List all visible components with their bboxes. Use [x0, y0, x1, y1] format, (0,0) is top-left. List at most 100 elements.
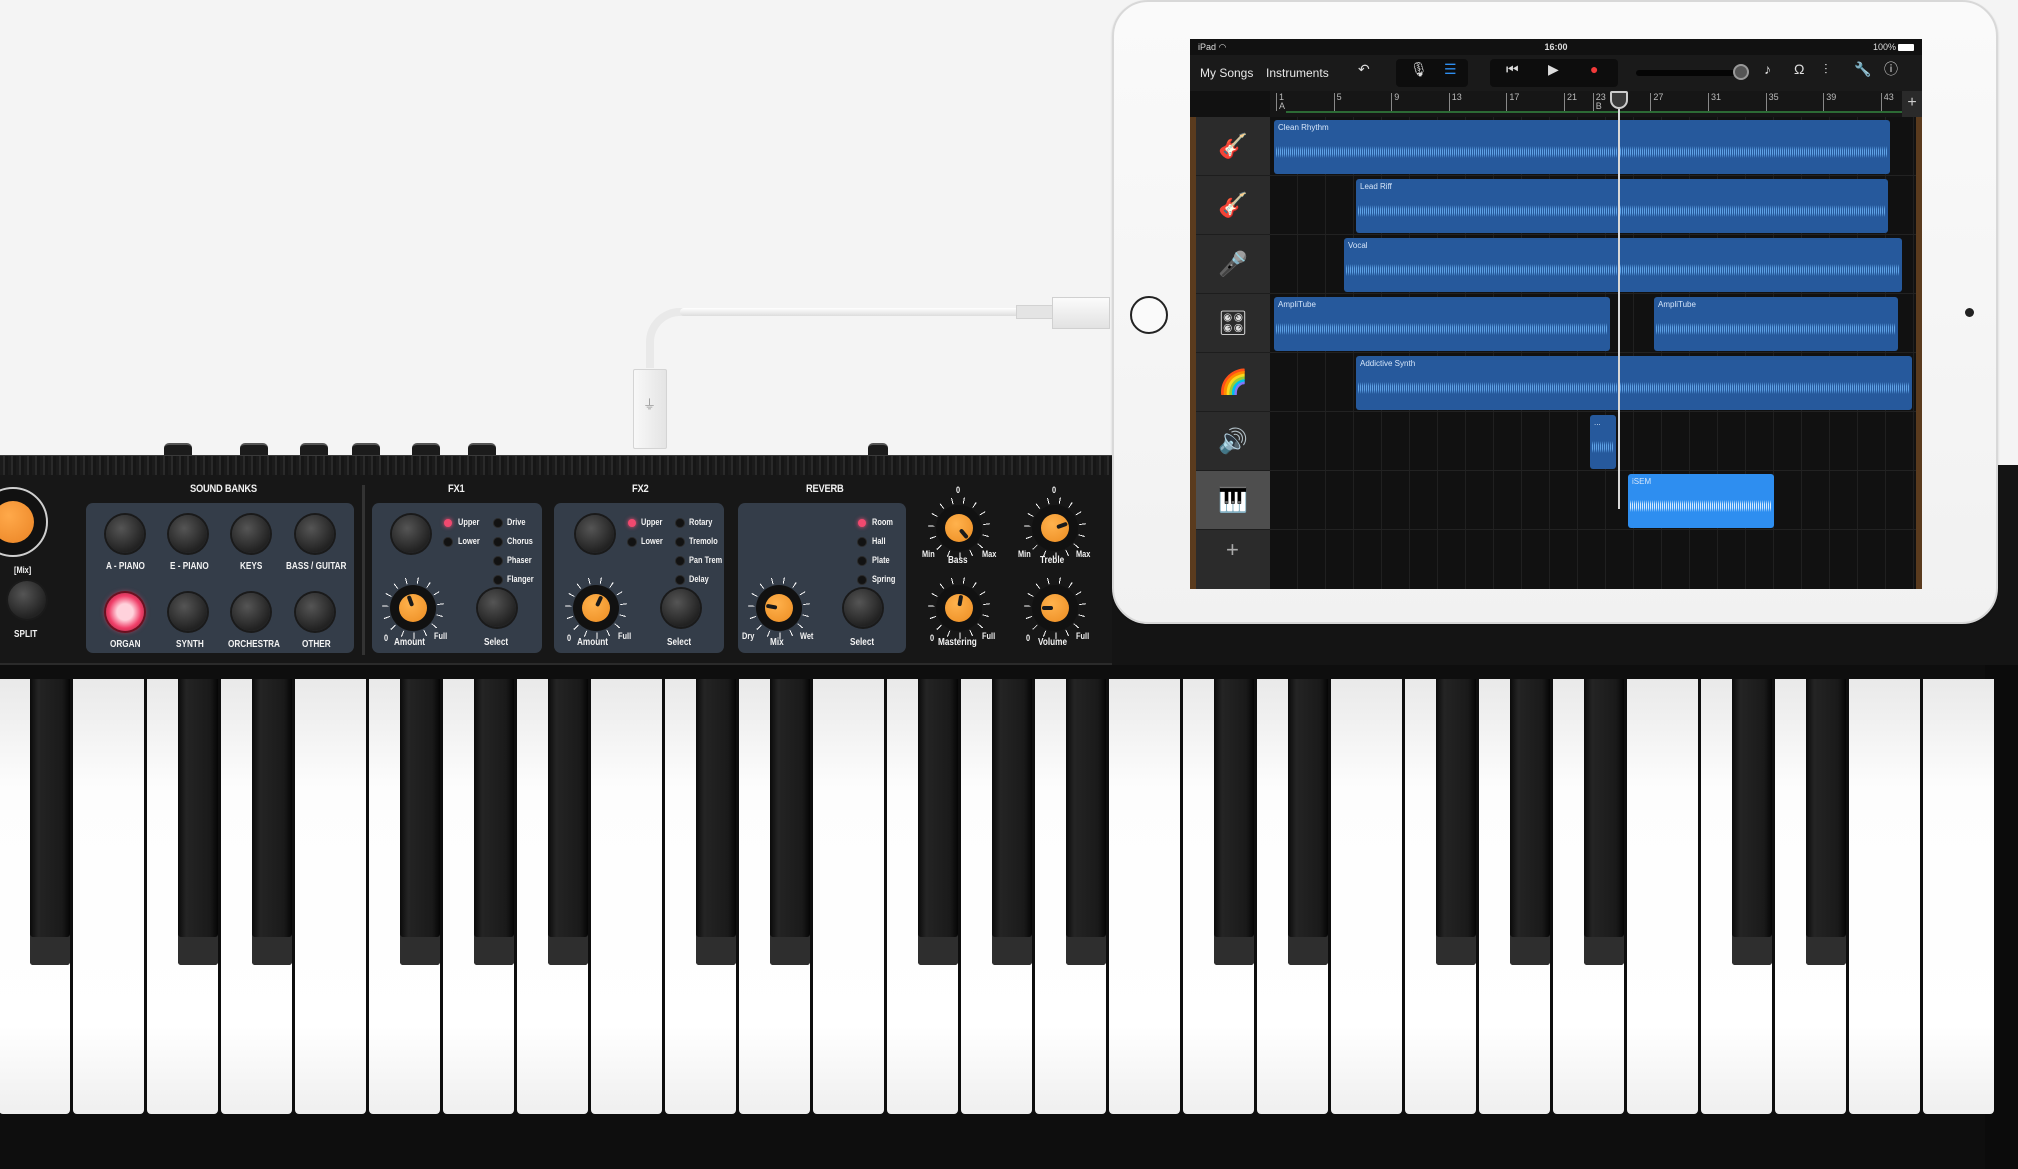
fx1-select-button[interactable]	[478, 589, 516, 627]
microphone-icon[interactable]: 🎙	[1410, 62, 1428, 76]
navigation-knob[interactable]	[0, 487, 48, 557]
lightning-connector	[1052, 297, 1110, 329]
fx2-select-button[interactable]	[662, 589, 700, 627]
black-key[interactable]	[1288, 679, 1328, 965]
track-header[interactable]: 🔊	[1196, 412, 1270, 471]
black-key[interactable]	[1584, 679, 1624, 965]
loop-browser-icon[interactable]: Ω	[1794, 62, 1804, 76]
white-key[interactable]	[1109, 679, 1180, 1114]
volume-min-label: 0	[1026, 633, 1031, 643]
black-key[interactable]	[474, 679, 514, 965]
timeline-ruler[interactable]: 1 A 5 9 13 17 21 23 B 27 31 35 39 43	[1270, 91, 1922, 117]
black-key[interactable]	[400, 679, 440, 965]
fx2-tremolo-label: Tremolo	[689, 536, 718, 546]
waveform	[1346, 260, 1900, 280]
play-icon[interactable]: ▶	[1548, 62, 1559, 76]
e-piano-button[interactable]	[169, 515, 207, 553]
fx2-amount-label: Amount	[577, 637, 608, 648]
track-header[interactable]: 🎤	[1196, 235, 1270, 294]
fx1-select-label: Select	[484, 637, 509, 648]
go-to-start-icon[interactable]: ⏮	[1506, 62, 1519, 76]
battery-percent: 100%	[1872, 42, 1896, 52]
black-key[interactable]	[1510, 679, 1550, 965]
ruler-bar-31: 31	[1708, 93, 1721, 111]
black-key[interactable]	[1066, 679, 1106, 965]
audio-region[interactable]: AmpliTube	[1654, 297, 1898, 351]
split-button[interactable]	[8, 581, 46, 619]
other-button[interactable]	[296, 593, 334, 631]
tracks-view-icon[interactable]: ☰	[1444, 62, 1457, 76]
master-volume-handle[interactable]	[1733, 64, 1749, 80]
track-header[interactable]: 🎛	[1196, 294, 1270, 353]
audio-region[interactable]: Vocal	[1344, 238, 1902, 292]
fx1-target-button[interactable]	[392, 515, 430, 553]
white-key[interactable]	[813, 679, 884, 1114]
master-volume-slider[interactable]	[1636, 70, 1736, 76]
undo-icon[interactable]: ↶	[1358, 62, 1370, 76]
ruler-bar-1: 1A	[1276, 93, 1285, 111]
instruments-button[interactable]: Instruments	[1266, 66, 1329, 80]
white-key[interactable]	[73, 679, 144, 1114]
cycle-region[interactable]	[1286, 111, 1906, 113]
white-key[interactable]	[295, 679, 366, 1114]
mixer-icon[interactable]: ⫶	[1824, 62, 1828, 76]
clock: 16:00	[1544, 42, 1568, 52]
add-section-button[interactable]: +	[1902, 91, 1922, 117]
audio-region[interactable]: iSEM	[1628, 474, 1774, 528]
black-key[interactable]	[30, 679, 70, 965]
black-key[interactable]	[992, 679, 1032, 965]
audio-region[interactable]: Addictive Synth	[1356, 356, 1912, 410]
bass-guitar-button[interactable]	[296, 515, 334, 553]
audio-region[interactable]: Lead Riff	[1356, 179, 1888, 233]
track-header[interactable]: 🎹	[1196, 471, 1270, 530]
keys-button[interactable]	[232, 515, 270, 553]
track-header[interactable]: 🌈	[1196, 353, 1270, 412]
white-key[interactable]	[1849, 679, 1920, 1114]
black-key[interactable]	[696, 679, 736, 965]
black-key[interactable]	[178, 679, 218, 965]
organ-button[interactable]	[106, 593, 144, 631]
audio-region[interactable]: Clean Rhythm	[1274, 120, 1890, 174]
waveform	[1656, 319, 1896, 339]
black-key[interactable]	[770, 679, 810, 965]
track-headers: + 🎸 🎸 🎤 🎛 🌈 🔊 🎹	[1196, 117, 1270, 589]
audio-region[interactable]: AmpliTube	[1274, 297, 1610, 351]
black-key[interactable]	[252, 679, 292, 965]
track-header[interactable]: 🎸	[1196, 176, 1270, 235]
home-button[interactable]	[1130, 296, 1168, 334]
black-key[interactable]	[1732, 679, 1772, 965]
reverb-room-led	[858, 519, 866, 527]
white-key[interactable]	[591, 679, 662, 1114]
black-key[interactable]	[1214, 679, 1254, 965]
white-key[interactable]	[1627, 679, 1698, 1114]
track-header[interactable]: 🎸	[1196, 117, 1270, 176]
audio-region[interactable]: ...	[1590, 415, 1616, 469]
black-key[interactable]	[1436, 679, 1476, 965]
reverb-mix-knob[interactable]	[748, 577, 810, 639]
fx2-target-button[interactable]	[576, 515, 614, 553]
record-icon[interactable]: ●	[1590, 62, 1598, 76]
mastering-knob[interactable]	[928, 577, 990, 639]
fx1-amount-max: Full	[434, 631, 448, 641]
reverb-select-button[interactable]	[844, 589, 882, 627]
white-key[interactable]	[1923, 679, 1994, 1114]
fx1-amount-knob[interactable]	[382, 577, 444, 639]
settings-wrench-icon[interactable]: 🔧	[1854, 62, 1871, 76]
volume-knob[interactable]	[1024, 577, 1086, 639]
white-key[interactable]	[1331, 679, 1402, 1114]
playhead-handle[interactable]	[1610, 91, 1628, 109]
synth-button[interactable]	[169, 593, 207, 631]
fx2-amount-knob[interactable]	[565, 577, 627, 639]
help-icon[interactable]: ⓘ	[1884, 62, 1898, 76]
isem-synth-icon: 🎹	[1218, 486, 1248, 514]
black-key[interactable]	[1806, 679, 1846, 965]
black-key[interactable]	[918, 679, 958, 965]
add-track-button[interactable]: +	[1226, 537, 1239, 563]
bass-knob[interactable]	[928, 497, 990, 559]
black-key[interactable]	[548, 679, 588, 965]
orchestra-button[interactable]	[232, 593, 270, 631]
my-songs-button[interactable]: My Songs	[1200, 66, 1253, 80]
treble-knob[interactable]	[1024, 497, 1086, 559]
note-pad-icon[interactable]: ♪	[1764, 62, 1771, 76]
a-piano-button[interactable]	[106, 515, 144, 553]
